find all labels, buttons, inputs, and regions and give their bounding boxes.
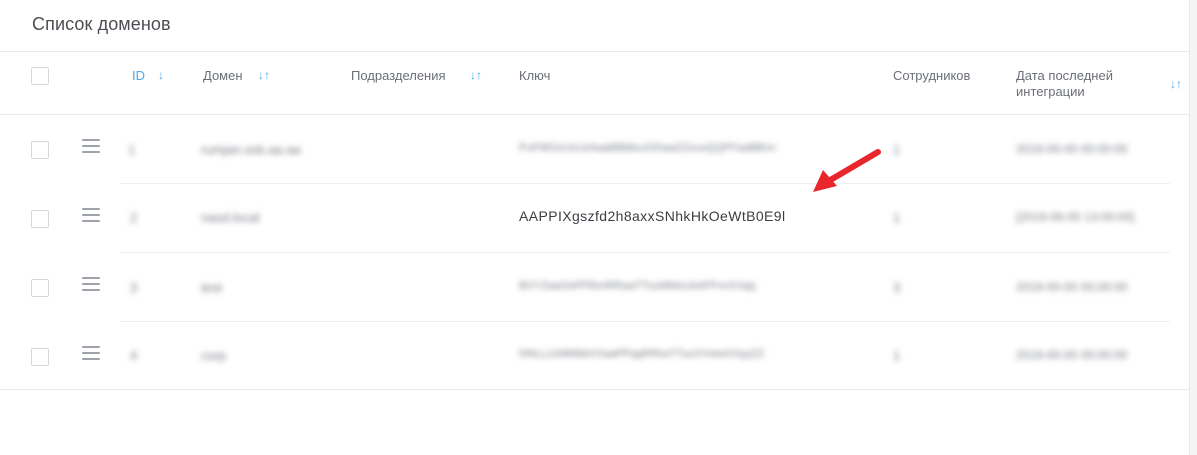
domains-panel: Список доменов ID ↓ Домен ↓↑ Подразделен… xyxy=(0,0,1190,455)
row-checkbox[interactable] xyxy=(31,279,49,297)
cell-id: 1 xyxy=(128,142,136,157)
divider xyxy=(0,389,1190,390)
cell-employees: 1 xyxy=(893,210,901,225)
column-header-divisions[interactable]: Подразделения xyxy=(351,68,446,83)
row-divider xyxy=(120,321,1170,322)
sort-icon[interactable]: ↓↑ xyxy=(258,68,270,82)
drag-handle-icon[interactable] xyxy=(82,208,100,222)
cell-key: NNLLzzMMbbXXaaPPqqRRssTTuuVVwwXXyyZZ xyxy=(519,348,765,360)
sort-desc-icon[interactable]: ↓ xyxy=(158,68,164,82)
cell-key: BXYZaaOoPPllnnRRaaTTuuMMzzAAFFvvXXqq xyxy=(519,280,756,292)
select-all-checkbox[interactable] xyxy=(31,67,49,85)
arrow-icon xyxy=(813,149,881,192)
sort-icon[interactable]: ↓↑ xyxy=(1170,77,1182,91)
column-header-employees: Сотрудников xyxy=(893,68,971,83)
row-divider xyxy=(120,252,1170,253)
cell-last-integration: 2019-00-00 00:00:00 xyxy=(1016,348,1128,362)
row-checkbox[interactable] xyxy=(31,348,49,366)
drag-handle-icon[interactable] xyxy=(82,277,100,291)
cell-id: 2 xyxy=(130,210,138,225)
cell-key: PuFMOzUzUzAaaBBbbccDDaaZZzuuQQFFaaBBnn xyxy=(519,142,776,154)
divider xyxy=(0,51,1190,52)
cell-last-integration: 2019-00-00 00:00:00 xyxy=(1016,280,1128,294)
cell-last-integration: [2019-06-00 13:00:00] xyxy=(1016,210,1135,224)
divider xyxy=(0,114,1190,115)
cell-domain[interactable]: rumjan.ssb.aa.aa xyxy=(201,142,301,157)
column-header-id[interactable]: ID xyxy=(132,68,145,83)
cell-domain[interactable]: test xyxy=(201,280,222,295)
drag-handle-icon[interactable] xyxy=(82,139,100,153)
cell-last-integration: 2019-00-00 00:00:00 xyxy=(1016,142,1128,156)
page-title: Список доменов xyxy=(32,14,171,34)
sort-icon[interactable]: ↓↑ xyxy=(470,68,482,82)
column-header-last-integration[interactable]: Дата последней интеграции xyxy=(1016,68,1146,100)
row-divider xyxy=(120,183,1170,184)
cell-employees: 3 xyxy=(893,280,901,295)
cell-domain[interactable]: corp xyxy=(201,348,226,363)
cell-domain[interactable]: nasd.local xyxy=(201,210,260,225)
cell-id: 3 xyxy=(130,280,138,295)
row-checkbox[interactable] xyxy=(31,141,49,159)
cell-employees: 1 xyxy=(893,142,901,157)
cell-id: 4 xyxy=(130,348,138,363)
cell-key: AAPPIXgszfd2h8axxSNhkHkOeWtB0E9l xyxy=(519,208,786,224)
row-checkbox[interactable] xyxy=(31,210,49,228)
scrollbar-track[interactable] xyxy=(1189,0,1197,455)
column-header-domain[interactable]: Домен xyxy=(203,68,243,83)
cell-employees: 1 xyxy=(893,348,901,363)
column-header-key: Ключ xyxy=(519,68,551,83)
drag-handle-icon[interactable] xyxy=(82,346,100,360)
